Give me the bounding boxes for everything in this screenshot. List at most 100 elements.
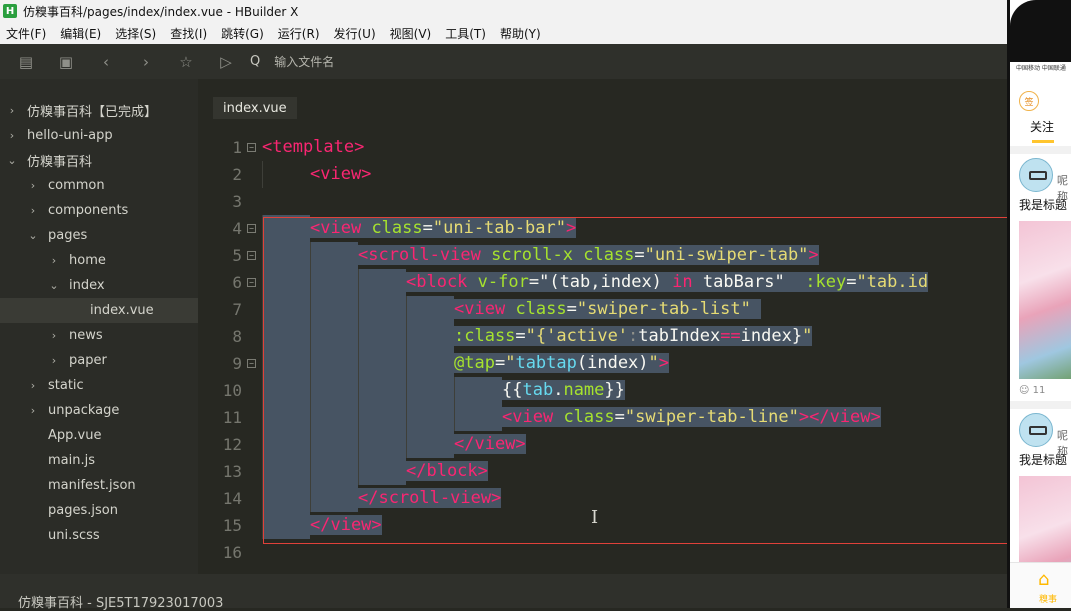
chevron-right-icon[interactable]: › (48, 329, 60, 342)
tree-item[interactable]: › static (0, 373, 198, 398)
save-icon[interactable]: ▣ (46, 44, 86, 79)
run-icon[interactable]: ▷ (206, 44, 246, 79)
menu-item[interactable]: 工具(T) (439, 25, 494, 42)
code-line[interactable]: 10​​​​​{{tab.name}} (198, 377, 1010, 404)
menu-item[interactable]: 发行(U) (328, 25, 384, 42)
chevron-right-icon[interactable]: › (27, 204, 39, 217)
tab-follow[interactable]: 关注 (1030, 120, 1054, 134)
line-number: 14 (222, 489, 242, 508)
code-text: ​​​​@tap="tabtap(index)"> (262, 350, 670, 377)
menu-item[interactable]: 查找(I) (164, 25, 215, 42)
chevron-right-icon[interactable]: › (6, 129, 18, 142)
tree-item[interactable]: › hello-uni-app (0, 123, 198, 148)
code-line[interactable]: 3 (198, 188, 1010, 215)
fold-toggle-icon[interactable]: − (247, 224, 256, 233)
code-line[interactable]: 12​​​​</view> (198, 431, 1010, 458)
status-bar: 仿糗事百科 - SJE5T17923017003 (0, 574, 1010, 611)
code-line[interactable]: 5−​​<scroll-view scroll-x class="uni-swi… (198, 242, 1010, 269)
code-line[interactable]: 2 ​<view> (198, 161, 1010, 188)
code-token (572, 245, 584, 265)
new-file-icon[interactable]: ▤ (6, 44, 46, 79)
indent-guide: ​ (358, 458, 406, 485)
code-line[interactable]: 11​​​​​<view class="swiper-tab-line"></v… (198, 404, 1010, 431)
sign-in-icon[interactable]: 签 (1019, 91, 1039, 111)
menu-item[interactable]: 选择(S) (109, 25, 164, 42)
fold-toggle-icon[interactable]: − (247, 278, 256, 287)
chevron-down-icon[interactable]: ⌄ (6, 154, 18, 167)
code-line[interactable]: 14​​</scroll-view> (198, 485, 1010, 512)
chevron-right-icon[interactable]: › (48, 354, 60, 367)
forward-icon[interactable]: › (126, 44, 166, 79)
tree-item[interactable]: index.vue (0, 298, 198, 323)
tree-item[interactable]: uni.scss (0, 523, 198, 548)
indent-guide: ​ (454, 404, 502, 431)
home-icon[interactable]: ⌂ (1038, 569, 1049, 590)
menu-item[interactable]: 视图(V) (384, 25, 440, 42)
post-card[interactable]: 呢称 我是标题 ☺ 11 (1010, 158, 1071, 401)
code-line[interactable]: 15 ​</view> (198, 512, 1010, 539)
tree-item[interactable]: ⌄ 仿糗事百科 (0, 148, 198, 173)
project-explorer: › 仿糗事百科【已完成】 › hello-uni-app ⌄ 仿糗事百科 › common › c… (0, 79, 198, 574)
chevron-down-icon[interactable]: ⌄ (48, 279, 60, 292)
chevron-right-icon[interactable]: › (27, 179, 39, 192)
tree-item[interactable]: › paper (0, 348, 198, 373)
code-line[interactable]: 7​​​​<view class="swiper-tab-list" (198, 296, 1010, 323)
tree-item[interactable]: › 仿糗事百科【已完成】 (0, 98, 198, 123)
menu-item[interactable]: 文件(F) (0, 25, 54, 42)
tree-item[interactable]: › unpackage (0, 398, 198, 423)
code-line[interactable]: 8​​​​:class="{'active':tabIndex==index}" (198, 323, 1010, 350)
tab-home-label[interactable]: 糗事 (1039, 592, 1057, 605)
fold-toggle-icon[interactable]: − (247, 359, 256, 368)
tree-item[interactable]: ⌄ index (0, 273, 198, 298)
code-area[interactable]: 1−<template>2​<view> 3 4−​<view class="uni… (198, 134, 1010, 566)
indent-guide: ​ (406, 350, 454, 377)
tree-item[interactable]: › home (0, 248, 198, 273)
code-token: = (634, 245, 645, 265)
tree-item[interactable]: main.js (0, 448, 198, 473)
tab-index-vue[interactable]: index.vue (213, 97, 297, 119)
file-search-input[interactable]: 输入文件名 (274, 53, 334, 70)
indent-guide: ​ (310, 377, 358, 404)
indent-guide: ​ (358, 350, 406, 377)
tree-item[interactable]: pages.json (0, 498, 198, 523)
chevron-right-icon[interactable]: › (48, 254, 60, 267)
tree-item[interactable]: manifest.json (0, 473, 198, 498)
code-editor[interactable]: index.vue 1−<template>2​<view> 3 4−​<view … (198, 79, 1010, 574)
code-token: : (628, 326, 639, 346)
tree-item[interactable]: › common (0, 173, 198, 198)
line-number: 3 (232, 192, 242, 211)
indent-guide: ​ (262, 350, 310, 377)
tree-item[interactable]: App.vue (0, 423, 198, 448)
divider (1010, 401, 1071, 409)
file-search[interactable]: Q 输入文件名 (250, 53, 334, 70)
tree-item[interactable]: ⌄ pages (0, 223, 198, 248)
tree-item-label: paper (69, 353, 107, 368)
code-token (553, 407, 564, 427)
code-line[interactable]: 13​​​</block> (198, 458, 1010, 485)
editor-tabbar: index.vue (198, 79, 1010, 119)
tree-item[interactable]: › components (0, 198, 198, 223)
chevron-right-icon[interactable]: › (27, 404, 39, 417)
code-line[interactable]: 1− <template> (198, 134, 1010, 161)
menu-item[interactable]: 帮助(Y) (494, 25, 549, 42)
code-text: ​</view> (262, 512, 382, 539)
chevron-right-icon[interactable]: › (6, 104, 18, 117)
code-text: ​<view> (262, 161, 371, 188)
tree-item[interactable]: › news (0, 323, 198, 348)
code-line[interactable]: 4−​<view class="uni-tab-bar"> (198, 215, 1010, 242)
line-number: 15 (222, 516, 242, 535)
menu-item[interactable]: 运行(R) (272, 25, 328, 42)
star-icon[interactable]: ☆ (166, 44, 206, 79)
menu-item[interactable]: 编辑(E) (54, 25, 109, 42)
chevron-down-icon[interactable]: ⌄ (27, 229, 39, 242)
code-line[interactable]: 16 (198, 539, 1010, 566)
tree-item-label: App.vue (48, 428, 102, 443)
code-line[interactable]: 6−​​​<block v-for="(tab,index) in tabBar… (198, 269, 1010, 296)
menu-item[interactable]: 跳转(G) (215, 25, 272, 42)
code-token: tabtap (515, 353, 577, 373)
back-icon[interactable]: ‹ (86, 44, 126, 79)
fold-toggle-icon[interactable]: − (247, 143, 256, 152)
code-line[interactable]: 9−​​​​@tap="tabtap(index)"> (198, 350, 1010, 377)
chevron-right-icon[interactable]: › (27, 379, 39, 392)
fold-toggle-icon[interactable]: − (247, 251, 256, 260)
